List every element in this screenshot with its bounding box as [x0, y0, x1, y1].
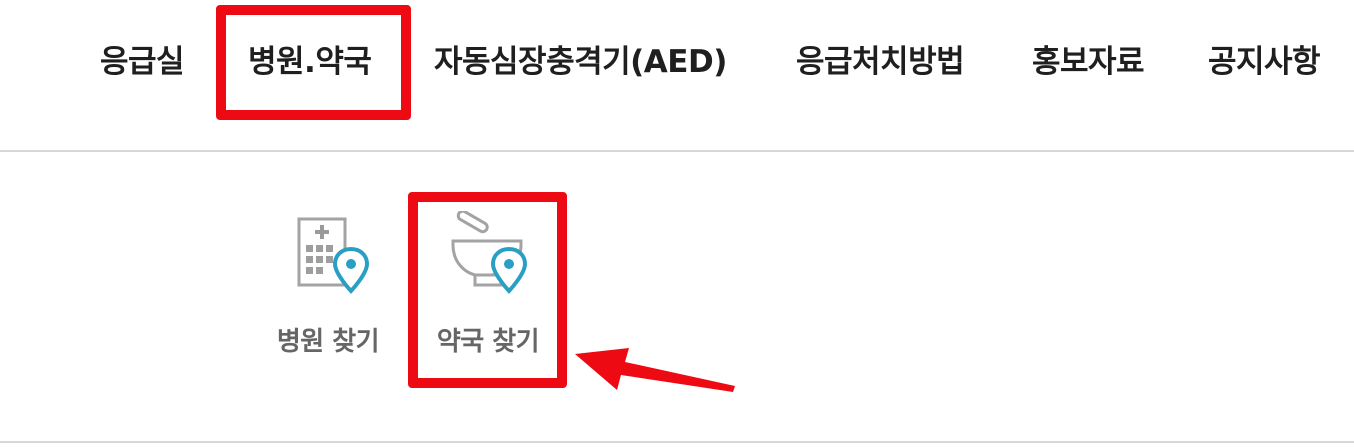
submenu-label-find-pharmacy: 약국 찾기 [436, 327, 540, 357]
nav-item-promotional-materials[interactable]: 홍보자료 [1032, 38, 1145, 86]
nav-item-emergency-room[interactable]: 응급실 [100, 38, 185, 86]
submenu-label-find-hospital: 병원 찾기 [276, 327, 380, 357]
submenu-item-find-pharmacy[interactable]: 약국 찾기 [423, 205, 553, 370]
pharmacy-mortar-location-icon [451, 211, 528, 294]
annotation-arrow-icon [575, 348, 735, 392]
page: 응급실 병원.약국 자동심장충격기(AED) 응급처치방법 홍보자료 공지사항 … [0, 0, 1354, 447]
nav-item-aed[interactable]: 자동심장충격기(AED) [434, 38, 727, 86]
top-navigation: 응급실 병원.약국 자동심장충격기(AED) 응급처치방법 홍보자료 공지사항 [0, 0, 1354, 150]
nav-item-first-aid[interactable]: 응급처치방법 [796, 38, 965, 86]
submenu-item-find-hospital[interactable]: 병원 찾기 [263, 205, 393, 370]
bottom-divider [0, 441, 1354, 443]
hospital-location-icon [297, 217, 370, 294]
nav-item-hospital-pharmacy[interactable]: 병원.약국 [248, 38, 372, 86]
nav-item-notices[interactable]: 공지사항 [1208, 38, 1321, 86]
nav-divider [0, 150, 1354, 152]
